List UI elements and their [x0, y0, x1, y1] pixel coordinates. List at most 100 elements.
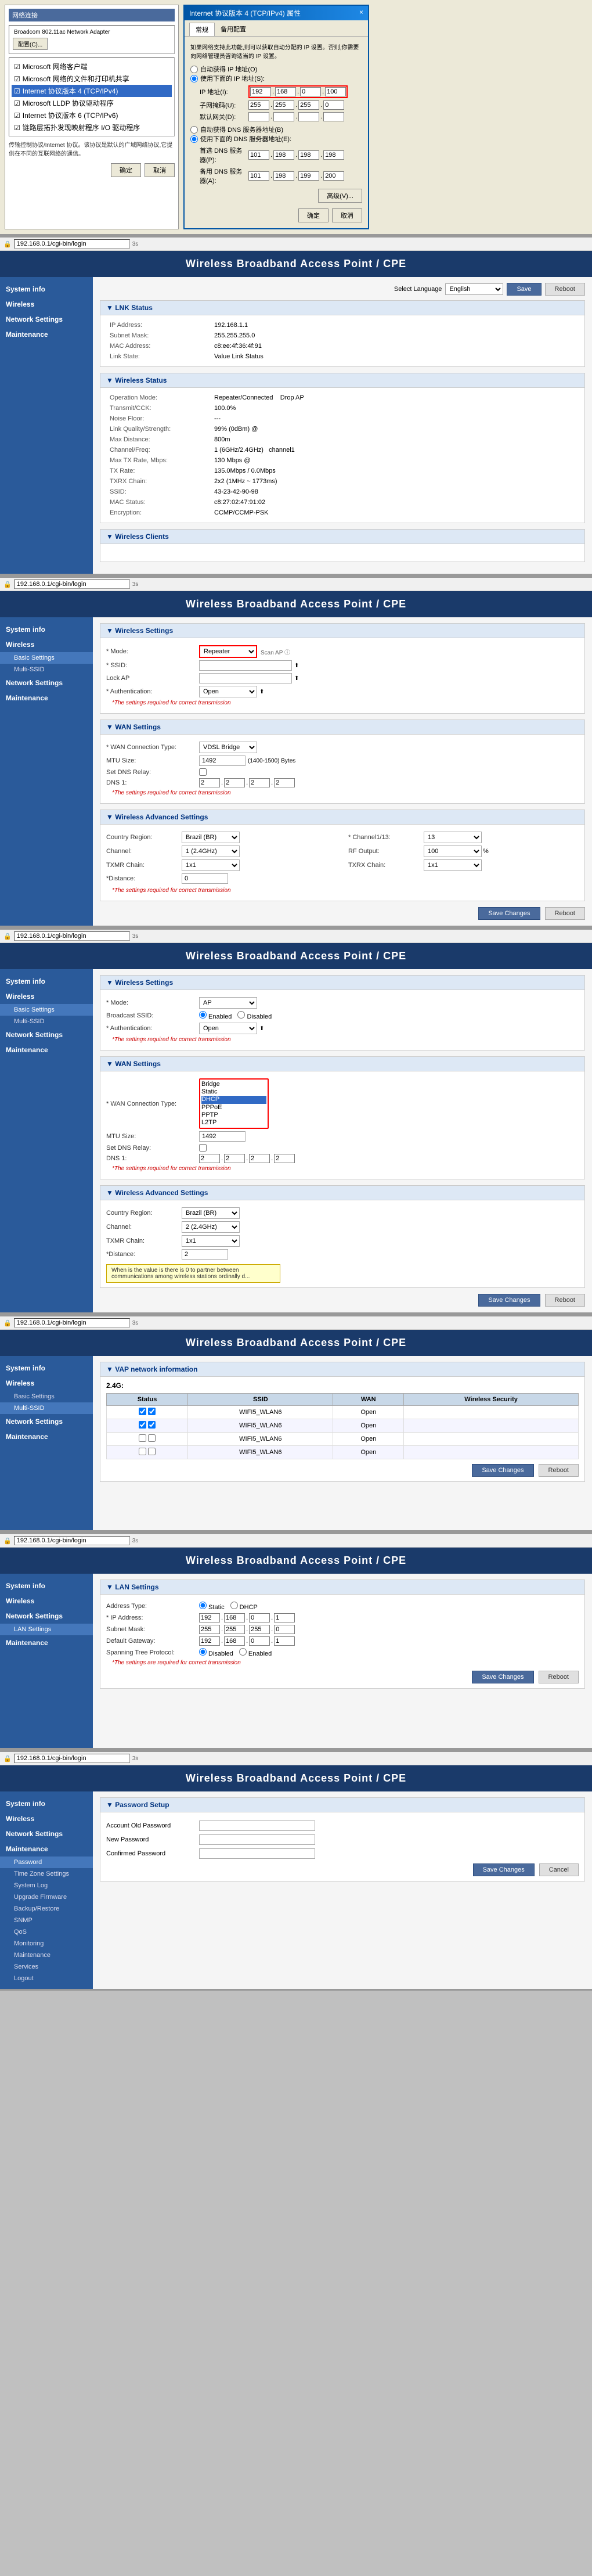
stp-disabled-radio-6[interactable] [199, 1648, 207, 1656]
sidebar-monitoring-7[interactable]: Monitoring [0, 1938, 93, 1949]
vap-status-3[interactable] [139, 1434, 146, 1442]
sidebar-maintenance-7[interactable]: Maintenance [0, 1841, 93, 1857]
gw-oct2[interactable] [273, 112, 294, 121]
sidebar-network-settings-4[interactable]: Network Settings [0, 1027, 93, 1042]
reboot-btn-2[interactable]: Reboot [545, 283, 585, 296]
vap-enable-3[interactable] [148, 1434, 156, 1442]
save-changes-btn-7[interactable]: Save Changes [473, 1863, 535, 1876]
reboot-btn-5[interactable]: Reboot [539, 1464, 579, 1477]
ssid-disabled-radio-4[interactable] [237, 1011, 245, 1019]
vap-enable-4[interactable] [148, 1448, 156, 1455]
site-survey-btn[interactable]: ⬆ [294, 663, 299, 669]
sidebar-system-info-6[interactable]: System info [0, 1578, 93, 1593]
pdns-oct4[interactable] [323, 150, 344, 160]
static-radio-6[interactable] [199, 1602, 207, 1609]
dialog-cancel-btn[interactable]: 取消 [332, 208, 362, 222]
net-item-2[interactable]: ☑ Microsoft 网络的文件和打印机共享 [12, 73, 172, 85]
sidebar-multi-ssid-3[interactable]: Multi-SSID [0, 664, 93, 675]
distance-input-4[interactable] [182, 1249, 228, 1260]
reboot-btn-3[interactable]: Reboot [545, 907, 585, 920]
dns1-oct4-4[interactable] [274, 1154, 295, 1163]
net-item-1[interactable]: ☑ Microsoft 网络客户端 [12, 60, 172, 73]
sidebar-system-info-5[interactable]: System info [0, 1361, 93, 1376]
gw-oct1[interactable] [248, 112, 269, 121]
old-password-input-7[interactable] [199, 1821, 315, 1831]
sidebar-services-7[interactable]: Services [0, 1961, 93, 1973]
mode-select-3[interactable]: AP Repeater WDS [199, 645, 257, 658]
sub-oct2[interactable] [273, 100, 294, 110]
config-btn[interactable]: 配置(C)... [13, 38, 48, 50]
vap-enable-2[interactable] [148, 1421, 156, 1429]
sidebar-password-7[interactable]: Password [0, 1857, 93, 1868]
auto-ip-radio[interactable]: 自动获得 IP 地址(O) [190, 64, 362, 74]
pdns-oct1[interactable] [248, 150, 269, 160]
dns1-oct3-4[interactable] [249, 1154, 270, 1163]
address-input-6[interactable] [14, 1536, 130, 1545]
ip-oct3[interactable] [300, 87, 321, 96]
lockap-btn[interactable]: ⬆ [294, 675, 299, 682]
sidebar-wireless-3[interactable]: Wireless [0, 637, 93, 652]
dhcp-radio-6[interactable] [230, 1602, 238, 1609]
sub-oct2-6[interactable] [224, 1625, 245, 1634]
pdns-oct2[interactable] [273, 150, 294, 160]
vap-enable-1[interactable] [148, 1408, 156, 1415]
txmr-select-3[interactable]: 1x1 [182, 859, 240, 871]
sidebar-system-info-2[interactable]: System info [0, 282, 93, 297]
reboot-btn-6[interactable]: Reboot [539, 1671, 579, 1683]
address-input-3[interactable] [14, 580, 130, 589]
sidebar-basic-settings-5[interactable]: Basic Settings [0, 1391, 93, 1402]
dns-relay-checkbox-3[interactable] [199, 768, 207, 776]
save-changes-btn-4[interactable]: Save Changes [478, 1294, 540, 1307]
sidebar-system-info-3[interactable]: System info [0, 622, 93, 637]
sidebar-network-settings-3[interactable]: Network Settings [0, 675, 93, 690]
cancel-btn-7[interactable]: Cancel [539, 1863, 579, 1876]
pdns-oct3[interactable] [298, 150, 319, 160]
sidebar-wireless-5[interactable]: Wireless [0, 1376, 93, 1391]
gw-oct1-6[interactable] [199, 1636, 220, 1646]
sidebar-maintenance-2[interactable]: Maintenance [0, 327, 93, 342]
net-item-4[interactable]: ☑ 链路层拓扑发现映射程序 I/O 驱动程序 [12, 121, 172, 134]
advanced-btn[interactable]: 高级(V)... [318, 189, 362, 203]
dns1-oct1-4[interactable] [199, 1154, 220, 1163]
sidebar-network-settings-2[interactable]: Network Settings [0, 312, 93, 327]
address-input-2[interactable] [14, 239, 130, 249]
sidebar-multi-ssid-4[interactable]: Multi-SSID [0, 1016, 93, 1027]
dns1-oct3-3[interactable] [249, 778, 270, 787]
sidebar-wireless-7[interactable]: Wireless [0, 1811, 93, 1826]
sidebar-backup-7[interactable]: Backup/Restore [0, 1903, 93, 1915]
tab-general[interactable]: 常规 [189, 23, 215, 36]
sub-oct4[interactable] [323, 100, 344, 110]
dns1-oct2-3[interactable] [224, 778, 245, 787]
dns-relay-checkbox-4[interactable] [199, 1144, 207, 1152]
stp-enabled-radio-6[interactable] [239, 1648, 247, 1656]
vap-status-1[interactable] [139, 1408, 146, 1415]
adns-oct4[interactable] [323, 171, 344, 181]
dns1-oct1-3[interactable] [199, 778, 220, 787]
adns-oct3[interactable] [298, 171, 319, 181]
dns1-oct4-3[interactable] [274, 778, 295, 787]
tab-alternate[interactable]: 备用配置 [215, 23, 252, 36]
gw-oct3-6[interactable] [249, 1636, 270, 1646]
net-item-ipv4[interactable]: ☑ Internet 协议版本 4 (TCP/IPv4) [12, 85, 172, 97]
lang-select[interactable]: English 中文 [445, 283, 503, 295]
ip-address-highlighted[interactable]: . . . [248, 85, 348, 98]
txrx-select-3[interactable]: 1x1 [424, 859, 482, 871]
wan-type-select-4[interactable]: Bridge Static DHCP PPPoE PPTP L2TP [199, 1078, 269, 1129]
auto-dns-radio[interactable]: 自动获得 DNS 服务器地址(B) [190, 125, 362, 134]
ip-oct2-6[interactable] [224, 1613, 245, 1622]
sidebar-snmp-7[interactable]: SNMP [0, 1915, 93, 1926]
sidebar-network-settings-5[interactable]: Network Settings [0, 1414, 93, 1429]
sidebar-wireless-6[interactable]: Wireless [0, 1593, 93, 1609]
sub-oct1[interactable] [248, 100, 269, 110]
sidebar-maintenance-4[interactable]: Maintenance [0, 1042, 93, 1057]
sidebar-timezone-7[interactable]: Time Zone Settings [0, 1868, 93, 1880]
sidebar-upgrade-7[interactable]: Upgrade Firmware [0, 1891, 93, 1903]
save-changes-btn-3[interactable]: Save Changes [478, 907, 540, 920]
chan13-select-3[interactable]: 13 [424, 832, 482, 843]
save-changes-btn-5[interactable]: Save Changes [472, 1464, 533, 1477]
manual-ip-radio[interactable]: 使用下面的 IP 地址(S): [190, 74, 362, 83]
gw-oct4-6[interactable] [274, 1636, 295, 1646]
net-item-3[interactable]: ☑ Microsoft LLDP 协议驱动程序 [12, 97, 172, 109]
save-changes-btn-6[interactable]: Save Changes [472, 1671, 533, 1683]
gw-oct2-6[interactable] [224, 1636, 245, 1646]
